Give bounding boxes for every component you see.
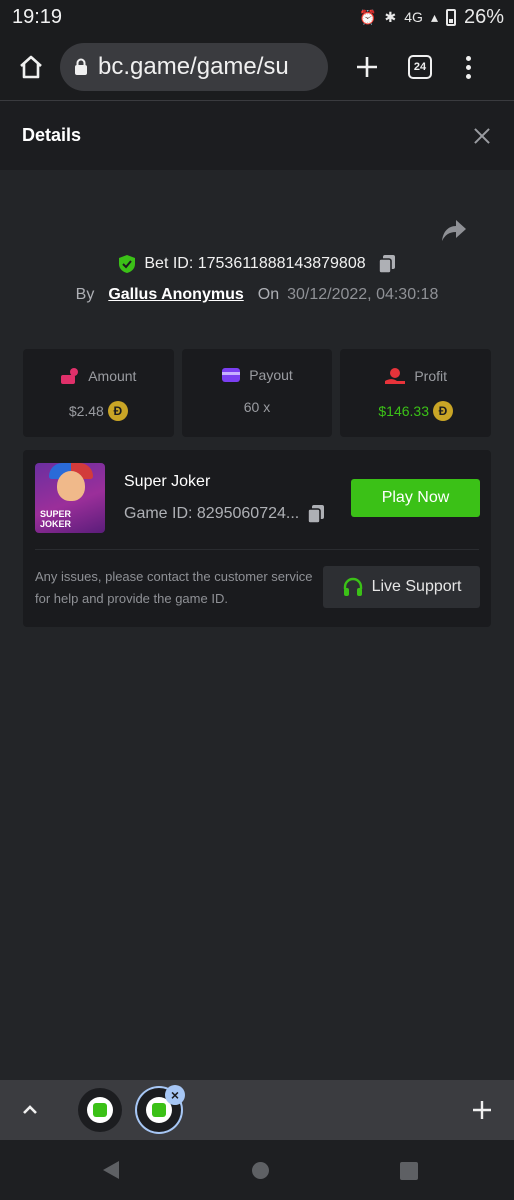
details-title: Details: [22, 125, 82, 145]
details-header: Details: [0, 100, 514, 170]
bluetooth-icon: ✱: [384, 8, 397, 25]
live-support-button[interactable]: Live Support: [323, 566, 480, 608]
payout-label: Payout: [249, 367, 293, 383]
verified-shield-icon: [119, 255, 136, 273]
bet-id-row: Bet ID: 1753611888143879808: [0, 254, 514, 274]
amount-card: Amount $2.48 Đ: [23, 349, 174, 437]
close-icon[interactable]: [472, 126, 492, 146]
home-icon: [20, 55, 42, 79]
game-id: Game ID: 8295060724...: [124, 505, 300, 522]
bet-datetime: 30/12/2022, 04:30:18: [287, 286, 439, 303]
profit-label: Profit: [414, 368, 448, 384]
tab-favicon[interactable]: [78, 1088, 122, 1132]
coin-icon: Đ: [432, 401, 453, 421]
jester-face-icon: [57, 471, 85, 501]
lock-icon: [75, 58, 87, 75]
copy-icon[interactable]: [377, 254, 396, 274]
alarm-icon: ⏰: [359, 8, 377, 25]
bet-hand-icon: [61, 368, 79, 384]
more-menu-button[interactable]: [466, 55, 471, 79]
payout-value: 60 x: [243, 399, 271, 415]
bet-stats: Amount $2.48 Đ Payout 60 x Profit $146.3…: [23, 349, 492, 437]
url-text: bc.game/game/su: [98, 53, 289, 80]
amount-label: Amount: [88, 368, 137, 384]
game-title: Super Joker: [124, 473, 211, 490]
dot-icon: [466, 64, 471, 70]
home-button[interactable]: [14, 50, 48, 84]
profit-value: $146.33: [378, 403, 429, 419]
coin-icon: Đ: [107, 401, 128, 421]
on-label: On: [257, 286, 280, 303]
bet-id: Bet ID: 1753611888143879808: [144, 255, 366, 272]
dot-icon: [466, 73, 471, 79]
wallet-icon: [222, 368, 241, 382]
status-time: 19:19: [12, 5, 63, 28]
home-nav-icon[interactable]: [252, 1162, 269, 1179]
live-support-label: Live Support: [371, 578, 462, 595]
signal-icon: ▴: [430, 8, 438, 25]
by-label: By: [75, 286, 95, 303]
game-logo-text: SUPER JOKER: [40, 509, 72, 529]
headset-icon: [343, 577, 362, 596]
status-bar: 19:19 ⏰ ✱ 4G ▴ 26%: [0, 0, 514, 34]
profit-card: Profit $146.33 Đ: [340, 349, 492, 437]
browser-toolbar: bc.game/game/su 24: [0, 34, 514, 100]
close-tab-icon[interactable]: ×: [165, 1085, 185, 1105]
divider: [35, 549, 479, 550]
system-nav-bar: [0, 1140, 514, 1200]
battery-icon: [445, 8, 456, 26]
status-icons: ⏰ ✱ 4G ▴ 26%: [359, 6, 504, 29]
share-icon[interactable]: [440, 218, 468, 244]
plus-icon: [357, 57, 377, 77]
profit-hand-icon: [385, 368, 406, 384]
tab-strip: [0, 1080, 514, 1140]
bet-author-row: By Gallus Anonymus On 30/12/2022, 04:30:…: [0, 286, 514, 304]
plus-icon: [473, 1101, 491, 1119]
recents-icon[interactable]: [400, 1162, 418, 1180]
chevron-up-icon[interactable]: [21, 1101, 39, 1119]
battery-level: 26%: [463, 5, 504, 28]
address-bar[interactable]: bc.game/game/su: [60, 43, 328, 91]
copy-icon[interactable]: [307, 504, 325, 524]
bcgame-icon: [87, 1097, 113, 1123]
dot-icon: [466, 55, 471, 61]
amount-value: $2.48: [68, 403, 104, 419]
new-tab-button[interactable]: [350, 50, 384, 84]
username-link[interactable]: Gallus Anonymus: [108, 286, 243, 304]
new-tab-plus-icon[interactable]: [472, 1094, 492, 1128]
game-thumbnail[interactable]: SUPER JOKER: [35, 463, 105, 533]
game-id-row: Game ID: 8295060724...: [124, 504, 325, 524]
back-icon[interactable]: [103, 1161, 119, 1179]
play-now-button[interactable]: Play Now: [351, 479, 480, 517]
tab-switcher-button[interactable]: 24: [408, 55, 432, 79]
support-notice: Any issues, please contact the customer …: [35, 569, 313, 606]
game-card: SUPER JOKER Super Joker Game ID: 8295060…: [23, 450, 491, 627]
payout-card: Payout 60 x: [181, 349, 333, 437]
network-label: 4G: [404, 9, 423, 25]
